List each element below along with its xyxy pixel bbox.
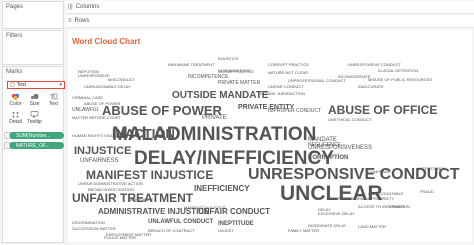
word-cloud-word[interactable]: BROAD INVESTIGATION (88, 188, 134, 192)
word-cloud-word[interactable]: POLICE MATTER (104, 236, 136, 240)
word-cloud-word[interactable]: UNFAIRNESS (80, 158, 118, 164)
word-cloud-word[interactable]: FRAUD (420, 190, 434, 194)
left-panel: Pages Filters Marks ▢ Text ▾ Color Size … (0, 0, 66, 245)
rows-label: Rows (74, 18, 90, 24)
marks-card: Marks ▢ Text ▾ Color Size T Text Detail … (2, 66, 65, 243)
word-cloud-word[interactable]: ILLEGAL DETENTION (378, 69, 418, 73)
word-cloud-word[interactable]: UNLAWFUL CONDUCT (148, 219, 213, 225)
word-cloud: UNCLEAR MALADMINISTRATION DELAY/INEFFICIEN… (68, 50, 472, 242)
word-cloud-word[interactable]: UNJUST (218, 229, 234, 233)
tooltip-button[interactable]: Tooltip (26, 110, 43, 125)
text-icon: T (50, 93, 58, 100)
word-cloud-word[interactable]: IMPROPER CONDUCT (268, 109, 321, 114)
word-cloud-word[interactable]: OUTSIDE MANDATE (172, 91, 268, 101)
word-cloud-word[interactable]: ABUSE OF OFFICE (328, 104, 437, 116)
rows-shelf[interactable]: ≡ Rows (66, 15, 474, 28)
size-button-label: Size (29, 101, 40, 107)
word-cloud-word[interactable]: LAND MATTER (358, 225, 386, 229)
rows-icon: ≡ (68, 18, 72, 24)
detail-button-label: Detail (9, 119, 22, 125)
word-cloud-word[interactable]: UNREASONABLE DELAY (84, 85, 131, 89)
word-cloud-word[interactable]: ARROGANCE (128, 198, 154, 202)
word-cloud-word[interactable]: MANIFEST INJUSTICE (86, 169, 213, 181)
text-button[interactable]: T Text (45, 92, 62, 107)
word-cloud-word[interactable]: ABUSE OF POWER (84, 102, 120, 106)
text-mark-icon: ▢ (10, 82, 15, 88)
word-cloud-word[interactable]: INEFFICIENCY (418, 167, 446, 171)
word-cloud-word[interactable]: PROCEDURAL IMPROPRIETY (338, 197, 394, 201)
pages-card[interactable]: Pages (2, 1, 64, 29)
word-cloud-word[interactable]: INCOMPETENCE (188, 75, 228, 80)
word-cloud-word[interactable]: INACCURATE (358, 85, 384, 89)
word-cloud-word[interactable]: PRIVATE (202, 115, 227, 121)
word-cloud-word[interactable]: CRIMINAL CASE (72, 96, 103, 100)
word-cloud-word[interactable]: MISCONDUCT (108, 78, 135, 82)
word-cloud-word[interactable]: INHUMANE TREATMENT (168, 63, 215, 67)
word-cloud-word[interactable]: UNRESPONSIVE (78, 74, 110, 78)
filters-card[interactable]: Filters (2, 30, 64, 65)
word-cloud-word[interactable]: SUCCESSION MATTER (72, 227, 116, 231)
mark-type-value: Text (16, 82, 26, 88)
tooltip-icon (30, 111, 39, 118)
word-cloud-word[interactable]: UNACCOUNTABLE (368, 192, 404, 196)
size-encoding-icon (4, 132, 10, 139)
nature-of-pill[interactable]: NATURE_OF... (4, 142, 64, 149)
word-cloud-word[interactable]: INEPTITUDE (218, 221, 254, 227)
word-cloud-word[interactable]: OTHERS (388, 205, 405, 209)
color-icon (11, 93, 20, 100)
chevron-down-icon: ▾ (59, 82, 62, 88)
text-encoding-icon (4, 142, 10, 149)
sum-number-pill-label: SUM(Number... (16, 132, 51, 139)
word-cloud-word[interactable]: CORRUPTION (308, 155, 348, 161)
columns-icon: ||| (68, 4, 73, 10)
detail-icon (12, 112, 19, 118)
color-button[interactable]: Color (7, 92, 24, 107)
size-button[interactable]: Size (26, 92, 43, 107)
word-cloud-word[interactable]: NEGLIGENCE (308, 143, 341, 148)
detail-button[interactable]: Detail (7, 110, 24, 125)
marks-title: Marks (6, 69, 23, 75)
nature-of-pill-label: NATURE_OF... (16, 142, 50, 149)
word-cloud-word[interactable]: INEFFICIENCY (194, 185, 250, 193)
chart-title: Word Cloud Chart (72, 37, 141, 46)
word-cloud-word[interactable]: BREACH OF CONTRACT (148, 229, 195, 233)
word-cloud-word[interactable]: PRIVATE MATTER (218, 81, 260, 86)
mark-type-dropdown[interactable]: ▢ Text ▾ (7, 81, 65, 89)
text-button-label: Text (48, 101, 59, 107)
rows-shelf-header: ≡ Rows (68, 18, 90, 24)
word-cloud-word[interactable]: UNRESPONSIVE CONDUCT (348, 63, 401, 67)
sum-number-pill[interactable]: SUM(Number... (4, 132, 64, 139)
word-cloud-word[interactable]: INJUSTICE (74, 146, 131, 157)
word-cloud-word[interactable]: EXCESSIVE DELAY (318, 212, 355, 216)
word-cloud-word[interactable]: UNLAWFUL (72, 108, 99, 113)
word-cloud-word[interactable]: CORRUPT PRACTICE (268, 63, 309, 67)
filters-title: Filters (6, 33, 23, 39)
word-cloud-word[interactable]: UNFAIR ADMINISTRATIVE ACTION (78, 182, 143, 186)
columns-shelf-header: ||| Columns (68, 4, 99, 10)
word-cloud-word[interactable]: UNETHICAL CONDUCT (328, 118, 372, 122)
word-cloud-word[interactable]: MANIFEST INJUSTICE (184, 206, 226, 210)
word-cloud-word[interactable]: FAMILY MATTER (288, 229, 319, 233)
columns-label: Columns (75, 4, 100, 10)
word-cloud-word[interactable]: UNFAIR CONDUCT (268, 85, 304, 89)
word-cloud-word[interactable]: UNFAIR PRACTICE (218, 70, 254, 74)
viz-area[interactable]: Word Cloud Chart UNCLEAR MALADMINISTRATIO… (68, 30, 472, 242)
columns-shelf[interactable]: ||| Columns (66, 1, 474, 14)
word-cloud-word[interactable]: MATTER BEFORE COURT (72, 116, 121, 120)
word-cloud-word[interactable]: INCONSIDERATE (338, 75, 371, 79)
word-cloud-word[interactable]: HUMAN RIGHTS VIOLATION (72, 134, 125, 138)
word-cloud-word[interactable]: UNPROFESSIONAL CONDUCT (288, 79, 346, 83)
word-cloud-word[interactable]: DISCRIMINATION (72, 221, 105, 225)
word-cloud-word[interactable]: COMPLAINT (368, 170, 391, 174)
color-button-label: Color (9, 101, 22, 107)
pages-title: Pages (6, 4, 24, 10)
size-icon (31, 93, 39, 100)
word-cloud-word[interactable]: OUTSIDE JURISDICTION (258, 92, 305, 96)
word-cloud-word[interactable]: INJUSTICE (218, 57, 239, 61)
word-cloud-word[interactable]: MISUSE OF PUBLIC RESOURCES (368, 78, 432, 82)
tooltip-button-label: Tooltip (27, 119, 42, 125)
word-cloud-word[interactable]: NATURE NOT CLEAR (268, 71, 308, 75)
